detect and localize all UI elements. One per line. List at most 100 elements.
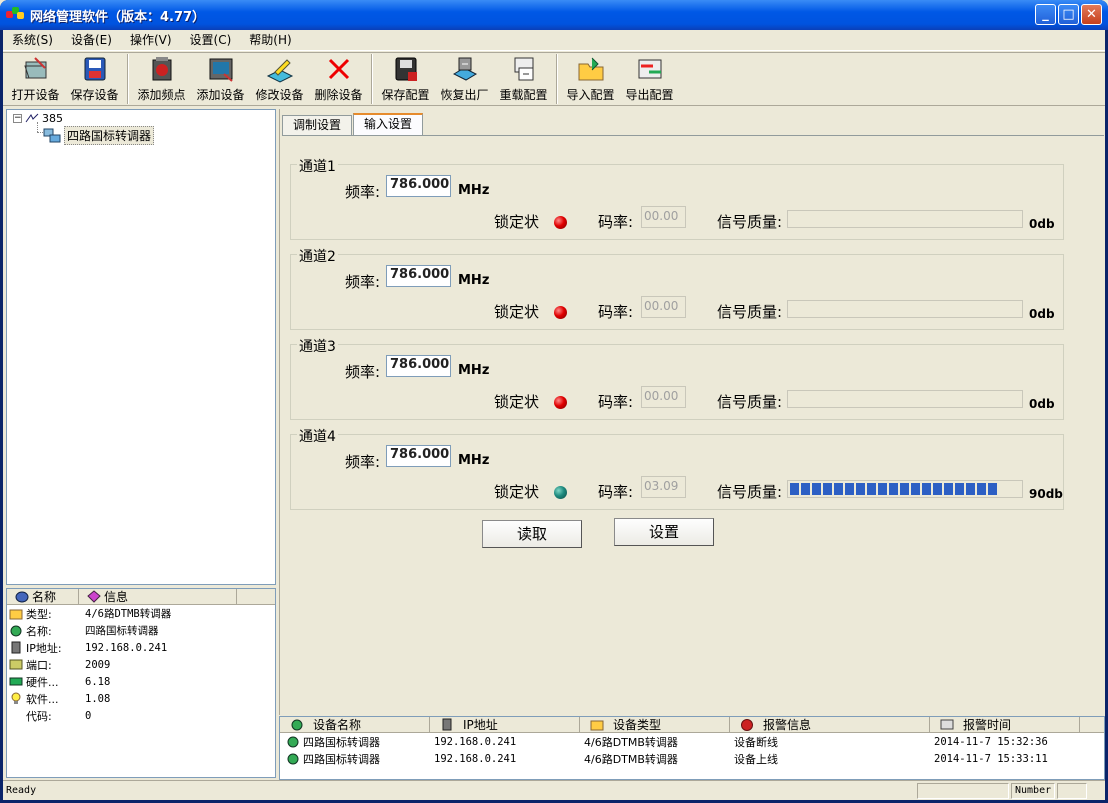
- save-config-button[interactable]: 保存配置: [376, 53, 435, 105]
- channel-group: 通道1 频率: 786.000 MHz 锁定状 码率: 00.00 信号质量: …: [290, 156, 1064, 240]
- frequency-input[interactable]: 786.000: [386, 265, 451, 287]
- channel-group: 通道3 频率: 786.000 MHz 锁定状 码率: 00.00 信号质量: …: [290, 336, 1064, 420]
- info-row: 代码: 0: [26, 709, 92, 723]
- bitrate-field: 00.00: [641, 296, 686, 318]
- signal-quality-bar: [787, 210, 1023, 228]
- device-tree[interactable]: − 385 四路国标转调器: [6, 109, 276, 585]
- edit-device-icon: [266, 59, 293, 83]
- ip-column-icon: [442, 718, 452, 731]
- export-config-icon: [638, 59, 661, 79]
- factory-reset-button[interactable]: 恢复出厂: [435, 53, 494, 105]
- status-text: Ready: [6, 785, 37, 796]
- alarm-row[interactable]: 四路国标转调器 192.168.0.241 4/6路DTMB转调器 设备上线 2…: [280, 750, 1104, 767]
- toolbar-separator: [127, 54, 129, 104]
- signal-quality-value: 0db: [1029, 307, 1055, 321]
- frequency-input[interactable]: 786.000: [386, 445, 451, 467]
- add-freq-icon: [152, 57, 171, 81]
- minimize-button[interactable]: _: [1035, 4, 1056, 25]
- tree-item-device[interactable]: 四路国标转调器: [43, 126, 155, 145]
- export-config-button[interactable]: 导出配置: [620, 53, 679, 105]
- reload-config-icon: [514, 57, 533, 81]
- title-bar[interactable]: 网络管理软件（版本：4.77） _ □ ✕: [0, 0, 1108, 30]
- hardware-icon: [9, 677, 23, 686]
- type-column-icon: [590, 720, 604, 731]
- toolbar-separator: [556, 54, 558, 104]
- name-icon: [10, 625, 22, 637]
- frequency-input[interactable]: 786.000: [386, 355, 451, 377]
- open-device-button[interactable]: 打开设备: [6, 53, 65, 105]
- lock-status-indicator: [554, 306, 567, 319]
- tree-collapse-icon[interactable]: −: [13, 114, 22, 123]
- channel-title: 通道3: [297, 336, 338, 356]
- device-row-icon: [287, 736, 299, 748]
- device-node-icon: [43, 128, 61, 143]
- info-col-name[interactable]: 名称: [7, 589, 79, 604]
- input-settings-body: 通道1 频率: 786.000 MHz 锁定状 码率: 00.00 信号质量: …: [282, 135, 1104, 713]
- bitrate-field: 00.00: [641, 386, 686, 408]
- lock-status-indicator: [554, 486, 567, 499]
- signal-quality-value: 90db: [1029, 487, 1063, 501]
- status-pane: [917, 783, 1009, 799]
- time-column-icon: [940, 719, 954, 730]
- lock-status-indicator: [554, 396, 567, 409]
- close-button[interactable]: ✕: [1081, 4, 1102, 25]
- alarm-header: 设备名称 IP地址 设备类型 报警信息 报警时间: [280, 717, 1104, 733]
- alarm-column-icon: [741, 719, 753, 731]
- edit-device-button[interactable]: 修改设备: [250, 53, 309, 105]
- menu-system[interactable]: 系统(S): [3, 30, 62, 51]
- import-config-button[interactable]: 导入配置: [561, 53, 620, 105]
- info-column-icon: [87, 590, 101, 603]
- save-device-icon: [84, 57, 105, 81]
- delete-icon: [328, 58, 349, 80]
- save-device-button[interactable]: 保存设备: [65, 53, 124, 105]
- status-number: Number: [1011, 783, 1055, 799]
- add-device-icon: [209, 58, 233, 82]
- channel-title: 通道4: [297, 426, 338, 446]
- info-row: 类型: 4/6路DTMB转调器: [7, 605, 275, 622]
- alarm-col-message[interactable]: 报警信息: [730, 717, 930, 732]
- alarm-list: 设备名称 IP地址 设备类型 报警信息 报警时间 四路国标转调器 192.168…: [279, 716, 1105, 780]
- alarm-col-ip[interactable]: IP地址: [430, 717, 580, 732]
- bitrate-field: 00.00: [641, 206, 686, 228]
- ip-icon: [11, 641, 21, 654]
- device-row-icon: [287, 753, 299, 765]
- client-area: 系统(S) 设备(E) 操作(V) 设置(C) 帮助(H) 打开设备 保存设备 …: [3, 30, 1105, 800]
- info-row: 硬件... 6.18: [7, 673, 275, 690]
- import-config-icon: [578, 57, 603, 81]
- frequency-input[interactable]: 786.000: [386, 175, 451, 197]
- close-icon: ✕: [1086, 7, 1097, 22]
- open-device-icon: [23, 57, 46, 79]
- alarm-col-time[interactable]: 报警时间: [930, 717, 1080, 732]
- signal-quality-value: 0db: [1029, 217, 1055, 231]
- maximize-button[interactable]: □: [1058, 4, 1079, 25]
- app-icon: [6, 7, 24, 23]
- info-col-info[interactable]: 信息: [79, 589, 237, 604]
- menu-settings[interactable]: 设置(C): [181, 30, 241, 51]
- tree-item-label: 四路国标转调器: [64, 126, 155, 145]
- menu-device[interactable]: 设备(E): [62, 30, 121, 51]
- alarm-col-device[interactable]: 设备名称: [280, 717, 430, 732]
- tab-modulation[interactable]: 调制设置: [282, 115, 353, 135]
- save-config-icon: [395, 57, 417, 81]
- menu-bar: 系统(S) 设备(E) 操作(V) 设置(C) 帮助(H): [3, 30, 1105, 51]
- add-freq-button[interactable]: 添加频点: [132, 53, 191, 105]
- tab-input[interactable]: 输入设置: [353, 113, 424, 135]
- menu-help[interactable]: 帮助(H): [240, 30, 300, 51]
- maximize-icon: □: [1062, 7, 1075, 22]
- set-button[interactable]: 设置: [614, 518, 714, 546]
- delete-device-button[interactable]: 删除设备: [309, 53, 368, 105]
- window-title: 网络管理软件（版本：4.77）: [30, 9, 206, 25]
- channel-title: 通道1: [297, 156, 338, 176]
- menu-operation[interactable]: 操作(V): [121, 30, 181, 51]
- reload-config-button[interactable]: 重载配置: [494, 53, 553, 105]
- add-device-button[interactable]: 添加设备: [191, 53, 250, 105]
- info-row: 名称: 四路国标转调器: [7, 622, 275, 639]
- tree-root[interactable]: − 385: [13, 112, 63, 125]
- type-icon: [9, 609, 23, 620]
- toolbar: 打开设备 保存设备 添加频点 添加设备 修改设备 删除设备 保存配置 恢复出厂 …: [3, 52, 1105, 106]
- alarm-col-type[interactable]: 设备类型: [580, 717, 730, 732]
- status-pane: [1057, 783, 1087, 799]
- alarm-row[interactable]: 四路国标转调器 192.168.0.241 4/6路DTMB转调器 设备断线 2…: [280, 733, 1104, 750]
- signal-quality-bar: [787, 480, 1023, 498]
- read-button[interactable]: 读取: [482, 520, 582, 548]
